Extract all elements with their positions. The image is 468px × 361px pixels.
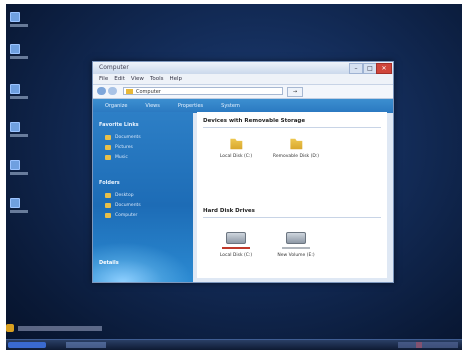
drive-label: Local Disk (C:) bbox=[219, 253, 253, 258]
title-bar[interactable]: Computer – □ ✕ bbox=[93, 62, 393, 74]
sidebar-item-desktop[interactable]: Desktop bbox=[105, 192, 134, 199]
system-tray bbox=[398, 342, 458, 348]
command-properties[interactable]: Properties bbox=[178, 103, 203, 109]
content-pane: Devices with Removable Storage Local Dis… bbox=[197, 112, 387, 278]
window-body: Favorite Links Documents Pictures Music … bbox=[93, 112, 393, 282]
address-path: Computer bbox=[136, 89, 161, 95]
desktop-shortcut-strip[interactable] bbox=[6, 322, 106, 334]
address-input[interactable]: Computer bbox=[123, 87, 283, 95]
command-organize[interactable]: Organize bbox=[105, 103, 127, 109]
desktop-shortcut-icon[interactable] bbox=[10, 84, 36, 108]
window-title: Computer bbox=[99, 64, 129, 71]
taskbar-item[interactable] bbox=[66, 342, 106, 348]
drive-tile[interactable]: Local Disk (C:) bbox=[211, 136, 261, 176]
section-divider bbox=[203, 217, 381, 218]
folder-icon bbox=[290, 138, 303, 150]
drive-label: Removable Disk (D:) bbox=[272, 154, 320, 159]
menu-file[interactable]: File bbox=[99, 76, 108, 82]
drive-label: New Volume (E:) bbox=[277, 253, 315, 258]
desktop-shortcut-icon[interactable] bbox=[10, 160, 36, 184]
maximize-button[interactable]: □ bbox=[363, 63, 377, 74]
hard-drive-tile[interactable]: Local Disk (C:) bbox=[211, 228, 261, 268]
minimize-button[interactable]: – bbox=[349, 63, 363, 74]
command-system[interactable]: System bbox=[221, 103, 240, 109]
section-title-removable: Devices with Removable Storage bbox=[203, 118, 306, 124]
hard-drive-icon bbox=[286, 232, 306, 244]
folder-icon bbox=[230, 138, 243, 150]
details-label: Details bbox=[99, 260, 119, 266]
desktop-screen: Computer – □ ✕ File Edit View Tools Help… bbox=[6, 4, 462, 350]
shortcut-label-bar bbox=[18, 326, 102, 331]
back-button[interactable] bbox=[97, 87, 106, 95]
menu-edit[interactable]: Edit bbox=[114, 76, 125, 82]
sidebar-item-pictures[interactable]: Pictures bbox=[105, 144, 133, 151]
drive-usage-bar bbox=[282, 247, 310, 249]
navigation-pane: Favorite Links Documents Pictures Music … bbox=[93, 112, 193, 282]
command-bar: Organize Views Properties System bbox=[93, 99, 393, 113]
explorer-window: Computer – □ ✕ File Edit View Tools Help… bbox=[92, 61, 394, 283]
menu-view[interactable]: View bbox=[131, 76, 144, 82]
desktop-shortcut-icon[interactable] bbox=[10, 122, 36, 146]
sidebar-item-folder-documents[interactable]: Documents bbox=[105, 202, 141, 209]
folder-icon bbox=[126, 89, 133, 94]
drive-tile[interactable]: Removable Disk (D:) bbox=[271, 136, 321, 176]
desktop-shortcut-icon[interactable] bbox=[10, 44, 36, 68]
hard-drive-tile[interactable]: New Volume (E:) bbox=[271, 228, 321, 268]
section-title-hard-disks: Hard Disk Drives bbox=[203, 208, 255, 214]
drive-label: Local Disk (C:) bbox=[219, 154, 253, 159]
menu-bar: File Edit View Tools Help bbox=[93, 74, 393, 85]
favorites-heading: Favorite Links bbox=[99, 122, 139, 128]
close-button[interactable]: ✕ bbox=[376, 63, 392, 74]
address-bar: Computer → bbox=[93, 85, 393, 99]
menu-tools[interactable]: Tools bbox=[150, 76, 164, 82]
sidebar-item-music[interactable]: Music bbox=[105, 154, 128, 161]
desktop-shortcut-icon[interactable] bbox=[10, 198, 36, 222]
hard-drive-icon bbox=[226, 232, 246, 244]
section-divider bbox=[203, 127, 381, 128]
sidebar-item-computer[interactable]: Computer bbox=[105, 212, 137, 219]
taskbar bbox=[6, 339, 462, 350]
desktop-shortcut-icon[interactable] bbox=[10, 12, 36, 36]
go-button[interactable]: → bbox=[287, 87, 303, 97]
forward-button[interactable] bbox=[108, 87, 117, 95]
details-pane: Details bbox=[93, 242, 193, 282]
command-views[interactable]: Views bbox=[145, 103, 159, 109]
drive-usage-bar bbox=[222, 247, 250, 249]
folders-heading: Folders bbox=[99, 180, 120, 186]
sidebar-item-documents[interactable]: Documents bbox=[105, 134, 141, 141]
start-button[interactable] bbox=[8, 342, 46, 348]
menu-help[interactable]: Help bbox=[170, 76, 183, 82]
shortcut-icon bbox=[6, 324, 14, 332]
